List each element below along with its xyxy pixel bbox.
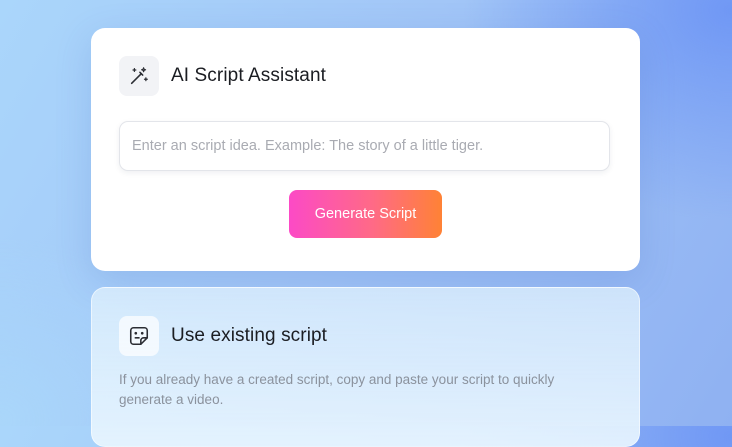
magic-wand-icon [119,56,159,96]
existing-card-title: Use existing script [171,325,328,346]
ai-card-header: AI Script Assistant [119,56,326,96]
generate-script-button[interactable]: Generate Script [289,190,442,238]
use-existing-script-card[interactable]: Use existing script If you already have … [91,287,640,447]
ai-script-assistant-card: AI Script Assistant Generate Script [91,28,640,271]
script-idea-input[interactable] [119,121,610,171]
existing-card-header: Use existing script [119,316,327,356]
document-icon [119,316,159,356]
existing-card-description: If you already have a created script, co… [119,372,555,407]
ai-card-title: AI Script Assistant [171,65,327,86]
